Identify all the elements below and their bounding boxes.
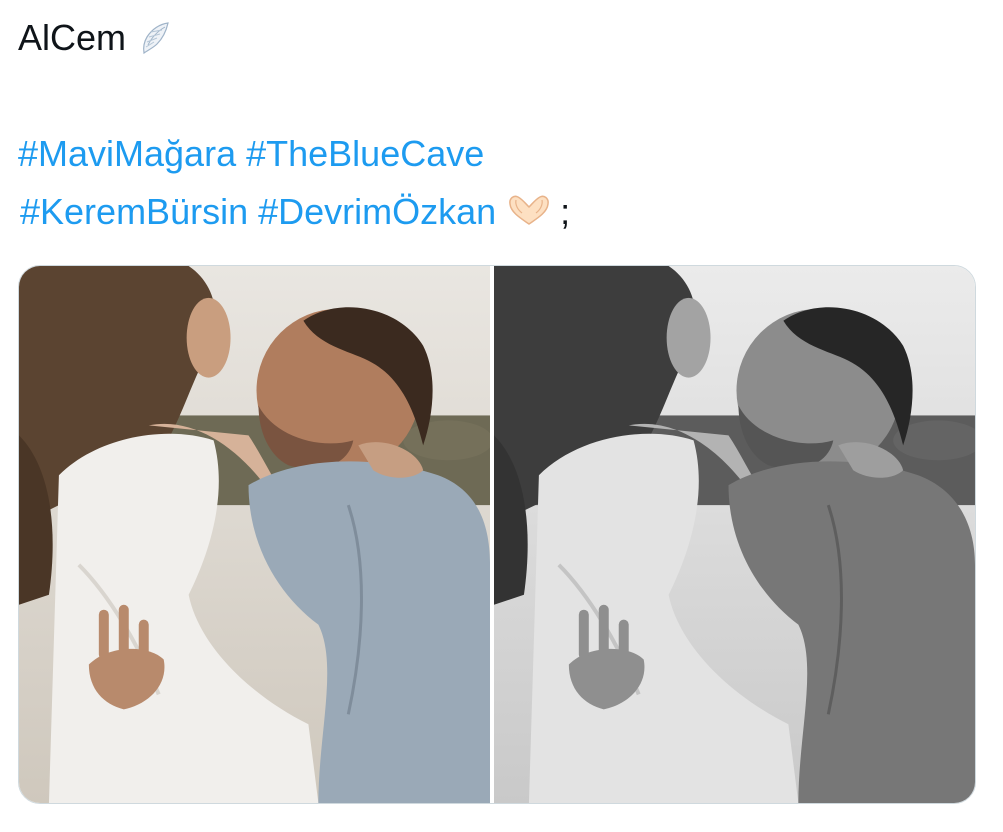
hashtag-devrimozkan[interactable]: #DevrimÖzkan: [258, 191, 496, 232]
wing-emoji-icon: [138, 20, 174, 56]
hashtag-kerembursin[interactable]: #KeremBürsin: [20, 191, 248, 232]
media-grid: [18, 265, 976, 804]
photo-grayscale[interactable]: [494, 266, 975, 803]
tweet-text-line-3: #KeremBürsin #DevrimÖzkan ;: [20, 190, 570, 234]
tweet-text-alcem: AlCem: [18, 17, 127, 58]
photo-color[interactable]: [19, 266, 491, 803]
hashtag-mavimagara[interactable]: #MaviMağara: [18, 133, 236, 174]
tweet-text-line-2: #MaviMağara #TheBlueCave: [18, 132, 484, 176]
trailing-semicolon: ;: [560, 191, 571, 232]
tweet-body: AlCem #MaviMağara #TheBlueCave #KeremBür…: [0, 0, 1003, 832]
heart-hands-emoji-icon: [506, 192, 552, 228]
tweet-text-line-1: AlCem: [18, 16, 174, 60]
hashtag-thebluecave[interactable]: #TheBlueCave: [246, 133, 484, 174]
